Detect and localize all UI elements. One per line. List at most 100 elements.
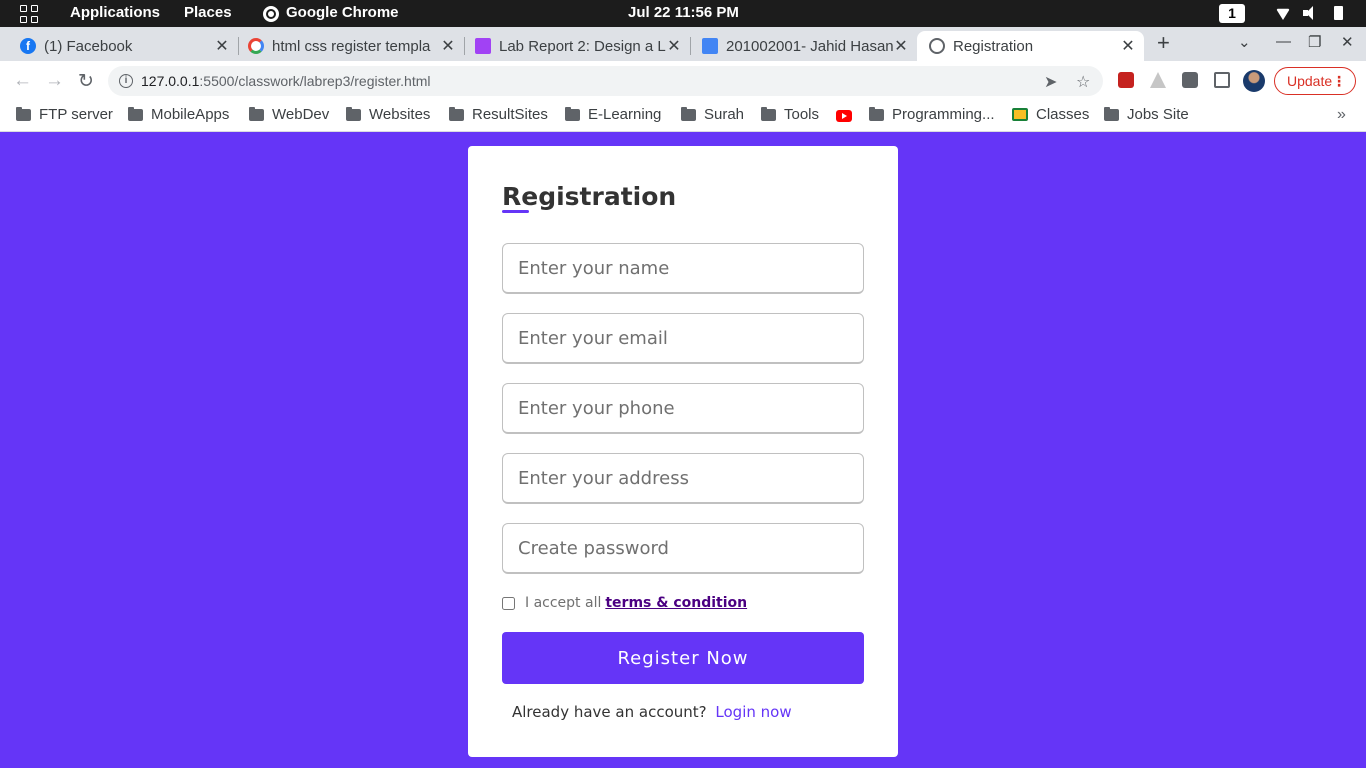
tab-registration[interactable]: Registration ✕ — [917, 31, 1144, 61]
email-input[interactable] — [502, 313, 864, 364]
folder-icon — [565, 106, 580, 121]
folder-icon — [869, 106, 884, 121]
site-info-icon[interactable]: i — [119, 74, 133, 88]
tab-docs[interactable]: 201002001- Jahid Hasan ✕ — [682, 31, 917, 61]
extensions-puzzle-icon[interactable] — [1182, 72, 1198, 88]
gnome-top-bar: Applications Places Google Chrome Jul 22… — [0, 0, 1366, 27]
bookmark-folder[interactable]: ResultSites — [449, 106, 548, 123]
new-tab-button[interactable]: + — [1157, 30, 1170, 56]
applications-menu[interactable]: Applications — [70, 4, 160, 21]
registration-card: Registration I accept all terms & condit… — [468, 146, 898, 757]
extension-grey-icon[interactable] — [1150, 72, 1166, 88]
classroom-icon — [1012, 108, 1028, 121]
docs-icon — [702, 38, 718, 54]
places-menu[interactable]: Places — [184, 4, 232, 21]
close-tab-icon[interactable]: ✕ — [1120, 36, 1136, 56]
url-text[interactable]: 127.0.0.1:5500/classwork/labrep3/registe… — [141, 73, 431, 89]
bookmark-label: Jobs Site — [1127, 106, 1189, 123]
wifi-icon[interactable] — [1276, 8, 1290, 20]
bookmark-folder[interactable]: Jobs Site — [1104, 106, 1189, 123]
name-input[interactable] — [502, 243, 864, 294]
tab-search-chevron-icon[interactable]: ⌄ — [1238, 33, 1251, 51]
address-input[interactable] — [502, 453, 864, 504]
url-path: :5500/classwork/labrep3/register.html — [199, 73, 431, 89]
bookmark-label: Websites — [369, 106, 431, 123]
google-icon — [248, 38, 264, 54]
update-button[interactable]: Update ⋮ — [1274, 67, 1356, 95]
back-arrow-icon[interactable]: ← — [13, 70, 32, 92]
volume-icon[interactable] — [1303, 6, 1317, 20]
minimize-icon[interactable]: — — [1276, 33, 1291, 50]
tab-facebook[interactable]: f (1) Facebook ✕ — [0, 31, 238, 61]
reload-icon[interactable]: ↻ — [78, 70, 94, 93]
folder-icon — [346, 106, 361, 121]
url-host: 127.0.0.1 — [141, 73, 200, 89]
folder-icon — [681, 106, 696, 121]
globe-icon — [929, 38, 945, 54]
side-panel-icon[interactable] — [1214, 72, 1230, 88]
folder-icon — [128, 106, 143, 121]
bookmark-folder[interactable]: MobileApps — [128, 106, 229, 123]
bookmark-label: Classes — [1036, 106, 1090, 123]
tab-title: 201002001- Jahid Hasan — [726, 37, 893, 55]
bookmark-folder[interactable]: Programming... — [869, 106, 995, 123]
bookmark-folder[interactable]: WebDev — [249, 106, 329, 123]
youtube-icon — [836, 110, 852, 122]
bookmark-classes[interactable]: Classes — [1012, 106, 1089, 123]
app-menu[interactable]: Google Chrome — [286, 4, 399, 21]
title-underline — [502, 210, 529, 213]
bookmark-folder[interactable]: Tools — [761, 106, 819, 123]
classroom-icon — [475, 38, 491, 54]
bookmark-folder[interactable]: FTP server — [16, 106, 113, 123]
browser-toolbar: ← → ↻ i 127.0.0.1:5500/classwork/labrep3… — [0, 61, 1366, 101]
close-tab-icon[interactable]: ✕ — [666, 36, 682, 56]
bookmark-label: Tools — [784, 106, 820, 123]
extension-red-icon[interactable] — [1118, 72, 1134, 88]
login-link[interactable]: Login now — [715, 703, 791, 721]
chrome-icon — [263, 6, 279, 22]
battery-icon[interactable] — [1334, 6, 1343, 20]
password-input[interactable] — [502, 523, 864, 574]
send-icon[interactable]: ➤ — [1044, 72, 1057, 92]
close-window-icon[interactable]: ✕ — [1341, 33, 1354, 51]
bookmark-label: MobileApps — [151, 106, 230, 123]
tab-strip: f (1) Facebook ✕ html css register templ… — [0, 27, 1366, 61]
bookmark-label: E-Learning — [588, 106, 662, 123]
workspace-indicator[interactable]: 1 — [1219, 4, 1245, 23]
forward-arrow-icon[interactable]: → — [45, 70, 64, 92]
close-tab-icon[interactable]: ✕ — [893, 36, 909, 56]
register-button[interactable]: Register Now — [502, 632, 864, 684]
clock[interactable]: Jul 22 11:56 PM — [628, 4, 739, 21]
activities-grid-icon[interactable] — [20, 5, 38, 23]
bookmark-label: ResultSites — [472, 106, 548, 123]
bookmark-label: Surah — [704, 106, 745, 123]
restore-icon[interactable]: ❐ — [1308, 33, 1321, 51]
terms-checkbox[interactable] — [502, 596, 515, 610]
folder-icon — [249, 106, 264, 121]
terms-link[interactable]: terms & condition — [605, 595, 747, 611]
bookmark-label: Programming... — [892, 106, 995, 123]
bookmark-youtube[interactable] — [836, 110, 852, 122]
tab-lab-report[interactable]: Lab Report 2: Design a L ✕ — [455, 31, 690, 61]
folder-icon — [1104, 106, 1119, 121]
close-tab-icon[interactable]: ✕ — [440, 36, 456, 56]
login-prefix: Already have an account? — [512, 703, 707, 721]
more-bookmarks-icon[interactable]: » — [1337, 106, 1346, 124]
profile-avatar[interactable] — [1243, 70, 1265, 92]
login-prompt: Already have an account? Login now — [512, 703, 792, 721]
bookmark-folder[interactable]: E-Learning — [565, 106, 661, 123]
phone-input[interactable] — [502, 383, 864, 434]
bookmark-star-icon[interactable]: ☆ — [1076, 72, 1090, 92]
tab-title: Registration — [953, 37, 1034, 55]
tab-google-search[interactable]: html css register templa ✕ — [228, 31, 464, 61]
bookmark-label: WebDev — [272, 106, 330, 123]
address-bar[interactable]: i 127.0.0.1:5500/classwork/labrep3/regis… — [108, 66, 1103, 96]
more-menu-icon[interactable]: ⋮ — [1332, 68, 1346, 94]
tab-title: (1) Facebook — [44, 37, 133, 55]
tab-title: Lab Report 2: Design a L — [499, 37, 666, 55]
bookmark-folder[interactable]: Websites — [346, 106, 430, 123]
update-label: Update — [1287, 73, 1333, 89]
bookmark-folder[interactable]: Surah — [681, 106, 744, 123]
folder-icon — [761, 106, 776, 121]
folder-icon — [16, 106, 31, 121]
